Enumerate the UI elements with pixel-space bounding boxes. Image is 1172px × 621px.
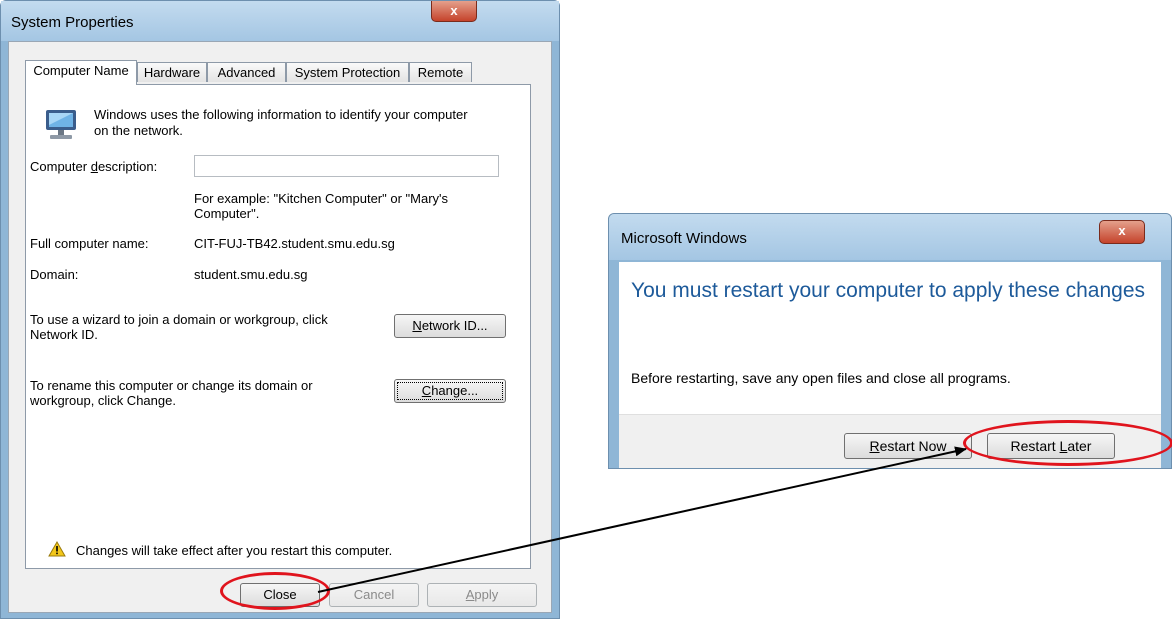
computer-description-input[interactable] — [194, 155, 499, 177]
warning-icon — [48, 541, 66, 557]
intro-text-line2: on the network. — [94, 123, 183, 138]
restart-heading: You must restart your computer to apply … — [631, 279, 1146, 302]
full-computer-name-value: CIT-FUJ-TB42.student.smu.edu.sg — [194, 236, 395, 251]
description-label: Computer description: — [30, 159, 158, 174]
system-properties-window: System Properties x Computer Name Hardwa… — [0, 0, 560, 619]
example-text-line1: For example: "Kitchen Computer" or "Mary… — [194, 191, 449, 206]
full-computer-name-label: Full computer name: — [30, 236, 149, 251]
restart-now-button[interactable]: Restart Now — [844, 433, 972, 459]
close-icon[interactable]: x — [431, 1, 477, 22]
restart-dialog-footer: Restart Now Restart Later — [619, 414, 1161, 468]
intro-text-line1: Windows uses the following information t… — [94, 107, 468, 122]
change-button[interactable]: Change... — [394, 379, 506, 403]
rename-text-line2: workgroup, click Change. — [30, 393, 176, 408]
monitor-icon — [46, 110, 76, 139]
title-bar: System Properties x — [1, 1, 559, 41]
example-text-line2: Computer". — [194, 206, 260, 221]
domain-label: Domain: — [30, 267, 79, 282]
domain-value: student.smu.edu.sg — [194, 267, 308, 282]
apply-button[interactable]: Apply — [427, 583, 537, 607]
cancel-button[interactable]: Cancel — [329, 583, 419, 607]
restart-later-button[interactable]: Restart Later — [987, 433, 1115, 459]
restart-dialog-window: Microsoft Windows x You must restart you… — [608, 213, 1172, 469]
wizard-text-line2: Network ID. — [30, 327, 98, 342]
tab-computer-name[interactable]: Computer Name — [25, 60, 137, 85]
computer-name-page: Windows uses the following information t… — [25, 84, 531, 569]
restart-dialog-content: You must restart your computer to apply … — [619, 262, 1161, 414]
restart-warning-text: Changes will take effect after you resta… — [76, 543, 393, 558]
restart-dialog-title: Microsoft Windows — [621, 230, 747, 247]
window-title: System Properties — [11, 14, 134, 31]
restart-dialog-title-bar: Microsoft Windows x — [609, 214, 1171, 260]
tab-hardware[interactable]: Hardware — [137, 62, 207, 82]
tab-system-protection[interactable]: System Protection — [286, 62, 409, 82]
network-id-button[interactable]: Network ID... — [394, 314, 506, 338]
close-icon[interactable]: x — [1099, 220, 1145, 244]
close-button[interactable]: Close — [240, 583, 320, 607]
rename-text-line1: To rename this computer or change its do… — [30, 378, 313, 393]
tab-advanced[interactable]: Advanced — [207, 62, 286, 82]
tab-remote[interactable]: Remote — [409, 62, 472, 82]
wizard-text-line1: To use a wizard to join a domain or work… — [30, 312, 328, 327]
dialog-body: Computer Name Hardware Advanced System P… — [8, 41, 552, 613]
restart-message: Before restarting, save any open files a… — [631, 370, 1011, 386]
